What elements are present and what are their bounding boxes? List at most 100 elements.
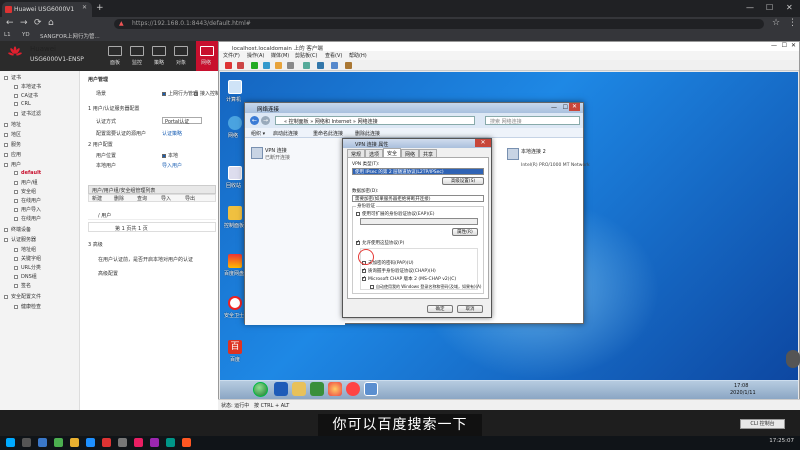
menu-action[interactable]: 操作(A) xyxy=(247,52,264,59)
host-app-icon[interactable] xyxy=(150,438,159,447)
sidebar-item[interactable]: 用户/组 xyxy=(14,179,38,186)
table-row[interactable]: / 用户 xyxy=(88,210,216,220)
advanced-settings-button[interactable]: 高级设置(S) xyxy=(442,177,484,185)
vpn-connection-name[interactable]: VPN 连接 xyxy=(265,147,287,154)
settings-icon[interactable] xyxy=(317,62,324,69)
local-connection-icon[interactable] xyxy=(507,148,519,160)
network-address-bar[interactable]: « 控制面板 » 网络和 Internet » 网络连接 xyxy=(275,116,475,125)
sidebar-item[interactable]: 本地证书 xyxy=(14,83,41,90)
baidu-app-icon[interactable]: 百 xyxy=(228,340,242,354)
stop-icon[interactable] xyxy=(225,62,232,69)
host-app-icon[interactable] xyxy=(70,438,79,447)
forward-icon[interactable]: → xyxy=(261,116,270,125)
firefox-taskbar-icon[interactable] xyxy=(328,382,342,396)
advanced-option-2[interactable]: 高级配置 xyxy=(98,270,118,277)
forward-icon[interactable]: → xyxy=(20,18,28,28)
network-search-input[interactable]: 搜索 网络连接 xyxy=(485,116,580,125)
top-nav-policy[interactable]: 策略 xyxy=(154,59,164,66)
sidebar-item[interactable]: 认证服务器 xyxy=(4,236,36,243)
enhanced-session-icon[interactable] xyxy=(331,62,338,69)
scene-option-2[interactable]: 接入控制 xyxy=(194,90,220,97)
top-nav-monitor[interactable]: 监控 xyxy=(132,59,142,66)
sidebar-item[interactable]: 在线用户 xyxy=(14,215,41,222)
monitor-icon[interactable] xyxy=(130,46,144,56)
grid-export-button[interactable]: 导出 xyxy=(185,195,195,202)
control-panel-icon[interactable] xyxy=(228,206,242,220)
local-connection-name[interactable]: 本地连接 2 xyxy=(521,148,546,155)
network-icon[interactable] xyxy=(200,46,214,56)
network-maximize-icon[interactable]: ☐ xyxy=(563,104,568,111)
top-nav-object[interactable]: 对象 xyxy=(176,59,186,66)
eap-select[interactable] xyxy=(360,218,478,225)
network-minimize-icon[interactable]: — xyxy=(551,104,557,111)
sidebar-item[interactable]: URL分类 xyxy=(14,264,41,271)
advanced-option-1[interactable]: 在用户认证前，是否开启本地对用户的认证 xyxy=(98,256,193,263)
network-taskbar-icon[interactable] xyxy=(364,382,378,396)
security-guard-icon[interactable] xyxy=(228,296,242,310)
pause-icon[interactable] xyxy=(263,62,270,69)
sidebar-item[interactable]: 应用 xyxy=(4,151,21,158)
auth-policy-link[interactable]: 认证策略 xyxy=(162,130,182,137)
policy-icon[interactable] xyxy=(152,46,166,56)
delete-button[interactable]: 删除此连接 xyxy=(355,130,380,137)
maximize-icon[interactable]: ☐ xyxy=(766,3,773,12)
sidebar-item[interactable]: CRL xyxy=(14,101,31,107)
host-app-icon[interactable] xyxy=(182,438,191,447)
grid-delete-button[interactable]: 删除 xyxy=(114,195,124,202)
browser-taskbar-icon[interactable] xyxy=(346,382,360,396)
sidebar-item[interactable]: 签名 xyxy=(14,282,31,289)
bookmark-item[interactable]: L1 xyxy=(4,32,11,38)
remote-maximize-icon[interactable]: ☐ xyxy=(782,42,787,49)
sidebar-item[interactable]: 地区 xyxy=(4,131,21,138)
vpn-connection-icon[interactable] xyxy=(251,147,263,159)
user-location-value[interactable]: 本地 xyxy=(162,152,178,159)
computer-icon[interactable] xyxy=(228,80,242,94)
host-app-icon[interactable] xyxy=(54,438,63,447)
back-icon[interactable]: ← xyxy=(250,116,259,125)
top-nav-dashboard[interactable]: 面板 xyxy=(110,59,120,66)
dashboard-icon[interactable] xyxy=(108,46,122,56)
grid-new-button[interactable]: 新建 xyxy=(92,195,102,202)
eap-radio[interactable]: 使用可扩展的身份验证协议(EAP)(E) xyxy=(356,211,435,217)
grid-query-button[interactable]: 查询 xyxy=(137,195,147,202)
tab-network[interactable]: 网络 xyxy=(401,149,420,158)
cancel-button[interactable]: 取消 xyxy=(457,305,483,313)
connect-button[interactable]: 启动此连接 xyxy=(273,130,298,137)
ie-taskbar-icon[interactable] xyxy=(274,382,288,396)
browser-tab[interactable]: Huawei USG6000V1 xyxy=(2,2,92,17)
autologon-checkbox[interactable]: 自动使用我的 Windows 登录名称和密码(及域，如果有)(A) xyxy=(370,284,481,290)
sidebar-item-default[interactable]: default xyxy=(14,170,41,176)
tab-sharing[interactable]: 共享 xyxy=(419,149,438,158)
dialog-close-icon[interactable]: ✕ xyxy=(475,139,491,147)
eap-properties-button[interactable]: 属性(R) xyxy=(452,228,478,236)
menu-icon[interactable]: ⋮ xyxy=(788,18,797,28)
explorer-taskbar-icon[interactable] xyxy=(292,382,306,396)
import-user-link[interactable]: 导入用户 xyxy=(162,162,182,169)
host-app-icon[interactable] xyxy=(118,438,127,447)
top-nav-network[interactable]: 网络 xyxy=(201,59,211,66)
grid-import-button[interactable]: 导入 xyxy=(161,195,171,202)
keyboard-icon[interactable] xyxy=(345,62,352,69)
scroll-handle[interactable] xyxy=(786,350,800,368)
sidebar-item[interactable]: 安全组 xyxy=(14,188,36,195)
vpn-type-select[interactable]: 使用 IPsec 的第 2 层隧道协议(L2TP/IPSec) xyxy=(352,168,484,175)
back-icon[interactable]: ← xyxy=(6,18,14,28)
minimize-icon[interactable]: — xyxy=(746,3,754,12)
tab-general[interactable]: 常规 xyxy=(347,149,366,158)
chap-checkbox[interactable]: 质询握手身份验证协议(CHAP)(H) xyxy=(362,267,436,274)
tab-close-icon[interactable]: ✕ xyxy=(82,4,796,11)
reset-icon[interactable] xyxy=(237,62,244,69)
tab-options[interactable]: 选项 xyxy=(365,149,384,158)
star-icon[interactable]: ☆ xyxy=(772,18,780,28)
encryption-select[interactable]: 需要加密(如果服务器拒绝将断开连接) xyxy=(352,195,484,202)
sidebar-item[interactable]: 证书过滤 xyxy=(14,110,41,117)
bookmark-item[interactable]: YD xyxy=(22,32,30,38)
recycle-bin-icon[interactable] xyxy=(228,166,242,180)
menu-media[interactable]: 媒体(M) xyxy=(271,52,289,59)
sidebar-item[interactable]: 服务 xyxy=(4,141,21,148)
save-state-icon[interactable] xyxy=(275,62,282,69)
sidebar-item[interactable]: CA证书 xyxy=(14,92,38,99)
play-icon[interactable] xyxy=(251,62,258,69)
network-close-icon[interactable]: ✕ xyxy=(569,103,580,111)
baidu-netdisk-icon[interactable] xyxy=(228,254,242,268)
